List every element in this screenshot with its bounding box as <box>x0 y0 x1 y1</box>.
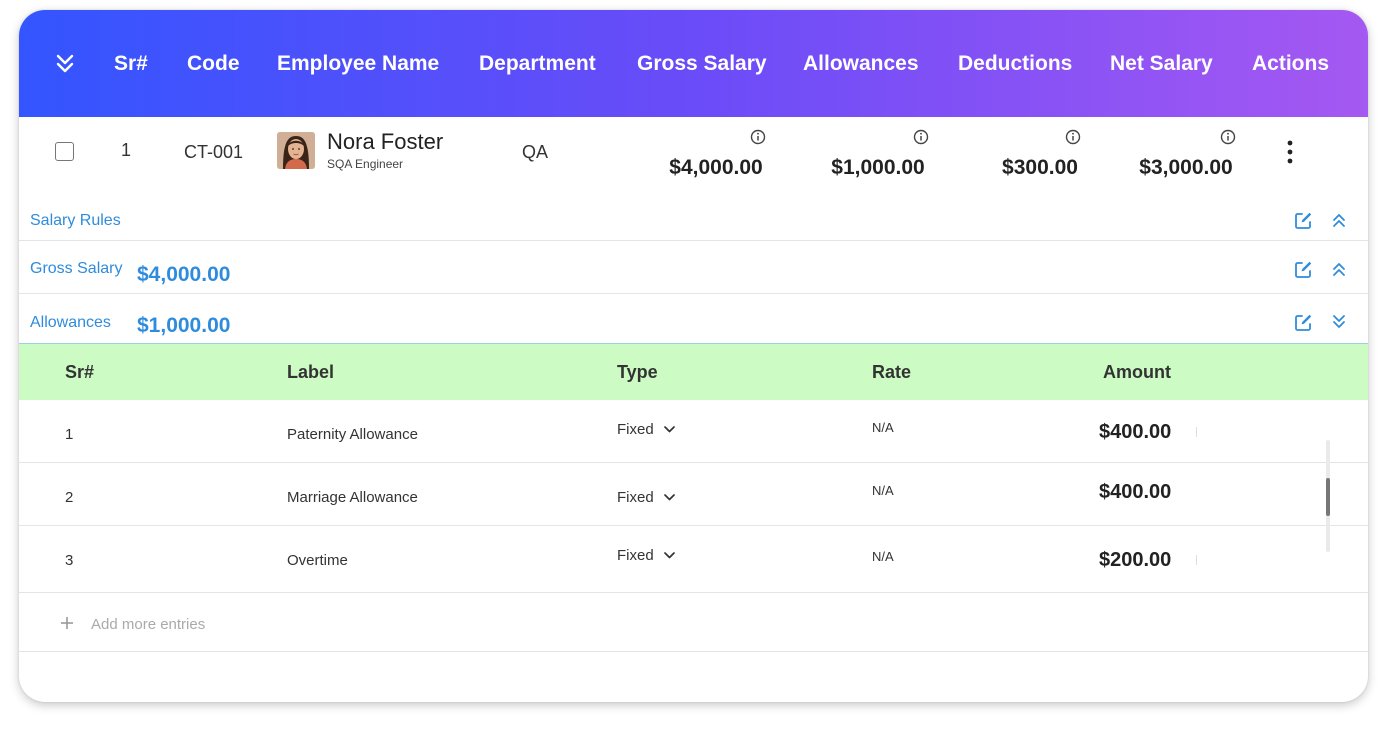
row-rate: N/A <box>872 420 894 435</box>
table-header: Sr# Code Employee Name Department Gross … <box>19 10 1368 117</box>
add-entry-button[interactable] <box>19 593 1368 652</box>
chevron-down-icon <box>663 494 675 501</box>
chevron-double-down-icon[interactable] <box>55 52 75 76</box>
plus-icon <box>61 617 73 629</box>
gross-salary-info-icon[interactable] <box>750 129 766 145</box>
header-code: Code <box>187 52 240 75</box>
row-rate: N/A <box>872 483 894 498</box>
gross-salary-value: $4,000.00 <box>137 263 231 286</box>
payroll-card: Sr# Code Employee Name Department Gross … <box>19 10 1368 702</box>
type-value: Fixed <box>617 421 654 438</box>
row-label: Paternity Allowance <box>287 426 418 443</box>
header-sr: Sr# <box>114 52 148 75</box>
employee-deductions: $300.00 <box>1002 156 1078 179</box>
table-row: 1 Paternity Allowance Fixed N/A $400.00 <box>19 400 1368 463</box>
row-amount: $200.00 <box>1099 549 1172 571</box>
th-label: Label <box>287 362 335 382</box>
employee-department: QA <box>522 142 549 162</box>
collapse-gross-salary-icon[interactable] <box>1331 261 1347 277</box>
allowances-value: $1,000.00 <box>137 314 231 337</box>
row-label: Overtime <box>287 552 348 569</box>
edit-allowances-icon[interactable] <box>1294 313 1313 332</box>
allowances-label: Allowances <box>30 314 111 331</box>
header-gross-salary: Gross Salary <box>637 52 767 75</box>
edit-gross-salary-icon[interactable] <box>1294 260 1313 279</box>
header-department: Department <box>479 52 596 75</box>
type-value: Fixed <box>617 547 654 564</box>
chevron-down-icon <box>663 552 675 559</box>
table-row: 3 Overtime Fixed N/A $200.00 <box>19 526 1368 593</box>
header-deductions: Deductions <box>958 52 1073 75</box>
table-row: 2 Marriage Allowance Fixed N/A $400.00 <box>19 463 1368 526</box>
kebab-menu-icon[interactable] <box>1283 138 1297 166</box>
allowances-table-header: Sr# Label Type Rate Amount <box>19 343 1368 400</box>
th-sr: Sr# <box>65 362 95 382</box>
type-dropdown[interactable]: Fixed <box>617 547 675 564</box>
employee-gross-salary: $4,000.00 <box>669 156 763 179</box>
deductions-info-icon[interactable] <box>1065 129 1081 145</box>
expand-allowances-icon[interactable] <box>1331 314 1347 330</box>
add-entry-label: Add more entries <box>91 616 206 633</box>
row-label: Marriage Allowance <box>287 489 418 506</box>
header-net-salary: Net Salary <box>1110 52 1213 75</box>
amount-divider <box>1196 555 1197 565</box>
header-employee-name: Employee Name <box>277 52 440 75</box>
employee-name: Nora Foster <box>327 129 444 154</box>
scrollbar-thumb[interactable] <box>1326 478 1330 516</box>
row-sr: 2 <box>65 489 74 506</box>
collapse-salary-rules-icon[interactable] <box>1331 212 1347 228</box>
employee-code: CT-001 <box>184 142 244 162</box>
row-sr: 1 <box>65 426 74 443</box>
row-sr: 3 <box>65 552 74 569</box>
row-rate: N/A <box>872 549 894 564</box>
gross-salary-section: Gross Salary $4,000.00 <box>19 241 1368 294</box>
row-checkbox[interactable] <box>55 142 74 161</box>
th-rate: Rate <box>872 362 912 382</box>
type-dropdown[interactable]: Fixed <box>617 421 675 438</box>
row-amount: $400.00 <box>1099 481 1172 503</box>
avatar <box>277 132 315 169</box>
employee-role: SQA Engineer <box>327 157 404 171</box>
header-allowances: Allowances <box>803 52 919 75</box>
allowances-section: Allowances $1,000.00 <box>19 294 1368 343</box>
th-amount: Amount <box>1103 362 1171 382</box>
row-amount: $400.00 <box>1099 421 1172 443</box>
salary-rules-section: Salary Rules <box>19 203 1368 241</box>
header-actions: Actions <box>1252 52 1330 75</box>
salary-rules-label: Salary Rules <box>30 212 121 229</box>
amount-divider <box>1196 427 1197 437</box>
type-dropdown[interactable]: Fixed <box>617 489 675 506</box>
employee-net-salary: $3,000.00 <box>1139 156 1233 179</box>
th-type: Type <box>617 362 658 382</box>
type-value: Fixed <box>617 489 654 506</box>
allowances-info-icon[interactable] <box>913 129 929 145</box>
edit-salary-rules-icon[interactable] <box>1294 211 1313 230</box>
employee-sr: 1 <box>121 140 132 160</box>
gross-salary-label: Gross Salary <box>30 260 123 277</box>
employee-allowances: $1,000.00 <box>831 156 925 179</box>
net-salary-info-icon[interactable] <box>1220 129 1236 145</box>
chevron-down-icon <box>663 426 675 433</box>
